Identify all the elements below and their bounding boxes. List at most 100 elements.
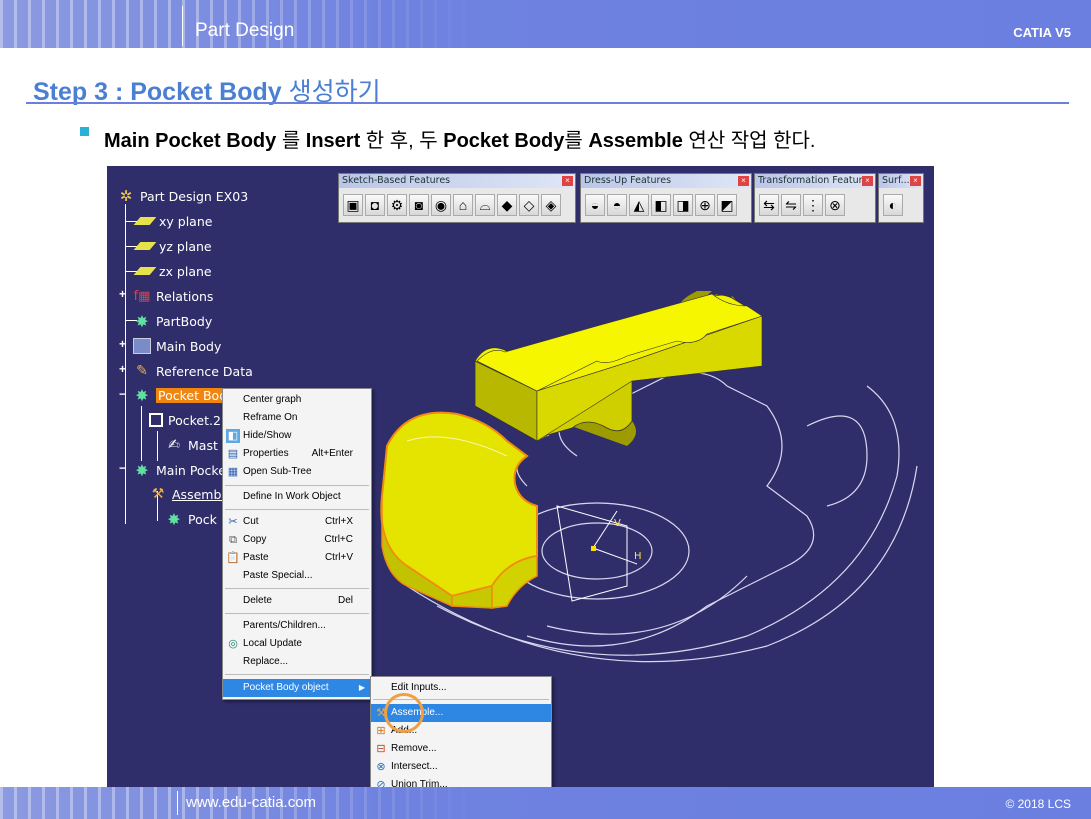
bullet-part: 한 후, 두 [360,130,444,152]
split-icon[interactable]: ◐ [883,194,903,216]
toolbar-transformation[interactable]: Transformation Features × ⇆ ⇋ ⋮ ⊗ [754,173,876,223]
menu-item-local-update[interactable]: ◎ Local Update [223,635,371,653]
shell-icon[interactable]: ◧ [651,194,671,216]
svg-text:V: V [614,518,621,529]
submenu-item-intersect[interactable]: ⊗ Intersect... [371,758,551,776]
context-menu[interactable]: Center graph Reframe On ◧ Hide/Show ▤ Prop… [222,388,372,700]
sketch-icon: ✍ [168,437,180,453]
relations-icon: f▦ [133,288,151,304]
scaling-icon[interactable]: ⊗ [825,194,845,216]
cut-icon: ✂ [228,516,238,528]
tree-item-pocket-body[interactable]: ✸ Pocket Bod [133,385,230,405]
collapse-icon[interactable]: − [119,388,128,400]
toolbar-title: Dress-Up Features [581,174,751,188]
submenu-item-remove[interactable]: ⊟ Remove... [371,740,551,758]
tree-item-xy-plane[interactable]: xy plane [133,211,212,231]
tree-item-sketch[interactable]: ✍ Mast [165,435,218,455]
tree-item-assemble[interactable]: ⚒ Assembl [149,484,225,504]
properties-icon: ▤ [227,448,239,460]
menu-item-parents-children[interactable]: Parents/Children... [223,617,371,635]
menu-separator [225,509,369,510]
remove-icon: ⊟ [376,743,386,755]
tree-item-main-pocket[interactable]: ✸ Main Pocke [133,460,226,480]
add-icon: ⊞ [376,725,386,737]
remove-face-icon[interactable]: ◩ [717,194,737,216]
expand-icon[interactable]: + [119,363,128,375]
bullet-part: Insert [305,130,361,152]
mirror-icon[interactable]: ⇋ [781,194,801,216]
expand-icon[interactable]: + [119,338,128,350]
subtree-icon: ▦ [227,466,239,478]
menu-item-properties[interactable]: ▤ Properties Alt+Enter [223,445,371,463]
pattern-icon[interactable]: ⋮ [803,194,823,216]
thread-icon[interactable]: ⊕ [695,194,715,216]
menu-item-reframe-on[interactable]: Reframe On [223,409,371,427]
bullet-text: Main Pocket Body 를 Insert 한 후, 두 Pocket … [104,124,816,153]
menu-item-center-graph[interactable]: Center graph [223,391,371,409]
tree-item-pocket-child[interactable]: ✸ Pock [165,509,217,529]
plane-icon [133,242,157,250]
menu-item-cut[interactable]: ✂ Cut Ctrl+X [223,513,371,531]
gear-icon: ✸ [167,509,181,529]
tree-item-pocket-2[interactable]: Pocket.2 [149,410,221,430]
menu-item-define-in-work-object[interactable]: Define In Work Object [223,488,371,506]
tree-item-relations[interactable]: f▦ Relations [133,286,214,306]
close-icon[interactable]: × [910,176,921,186]
body-icon [133,338,151,354]
bullet-square-icon [80,127,89,136]
plane-icon [133,267,157,275]
close-icon[interactable]: × [738,176,749,186]
thickness-icon[interactable]: ◨ [673,194,693,216]
menu-item-open-subtree[interactable]: ▦ Open Sub-Tree [223,463,371,481]
stiffener-icon[interactable]: ◆ [497,194,517,216]
catia-viewport[interactable]: V H Sketch-Based Features × ▣ ◘ ⚙ ◙ ◉ ⌂ … [107,166,934,787]
close-icon[interactable]: × [862,176,873,186]
loft-icon[interactable]: ◇ [519,194,539,216]
bullet-part: Assemble [588,130,683,152]
bullet-part: Main Pocket Body [104,130,277,152]
menu-item-replace[interactable]: Replace... [223,653,371,671]
footer-copyright: © 2018 LCS [1005,797,1071,811]
submenu-item-union-trim[interactable]: ⊘ Union Trim... [371,776,551,787]
remove-loft-icon[interactable]: ◈ [541,194,561,216]
toolbar-dress-up[interactable]: Dress-Up Features × ◒ ◓ ◭ ◧ ◨ ⊕ ◩ [580,173,752,223]
svg-text:H: H [634,551,642,562]
collapse-icon[interactable]: − [119,462,128,474]
tree-item-partbody[interactable]: ✸ PartBody [133,311,212,331]
draft-icon[interactable]: ◭ [629,194,649,216]
expand-icon[interactable]: + [119,288,128,300]
bullet-part: 를 [276,130,306,152]
tree-item-yz-plane[interactable]: yz plane [133,236,212,256]
menu-item-copy[interactable]: ⧉ Copy Ctrl+C [223,531,371,549]
slot-icon[interactable]: ⌓ [475,194,495,216]
menu-item-delete[interactable]: Delete Del [223,592,371,610]
tree-item-reference-data[interactable]: ✎ Reference Data [133,361,253,381]
part-icon: ✲ [119,187,133,205]
pocket-icon [149,413,163,427]
menu-item-paste-special[interactable]: Paste Special... [223,567,371,585]
axis-system [556,505,638,602]
submenu-arrow-icon: ▶ [358,683,365,692]
hole-icon[interactable]: ◉ [431,194,451,216]
menu-separator [225,674,369,675]
hide-show-icon: ◧ [226,429,240,443]
tree-item-zx-plane[interactable]: zx plane [133,261,212,281]
highlight-circle [384,693,424,733]
close-icon[interactable]: × [562,176,573,186]
gear-icon: ✸ [135,385,149,405]
menu-item-pocket-body-object[interactable]: Pocket Body object ▶ [223,679,371,697]
fillet-icon[interactable]: ◒ [585,194,605,216]
toolbar-surface[interactable]: Surf... × ◐ [878,173,924,223]
groove-icon[interactable]: ◙ [409,194,429,216]
translation-icon[interactable]: ⇆ [759,194,779,216]
menu-item-hide-show[interactable]: ◧ Hide/Show [223,427,371,445]
menu-item-paste[interactable]: 📋 Paste Ctrl+V [223,549,371,567]
tree-root[interactable]: ✲ Part Design EX03 [117,186,248,206]
main-body-solid [474,291,763,446]
chamfer-icon[interactable]: ◓ [607,194,627,216]
copy-icon: ⧉ [229,534,237,546]
tree-item-main-body[interactable]: Main Body [133,336,221,356]
rib-icon[interactable]: ⌂ [453,194,473,216]
plane-icon [133,217,157,225]
header-bar: Part Design CATIA V5 [0,0,1091,48]
